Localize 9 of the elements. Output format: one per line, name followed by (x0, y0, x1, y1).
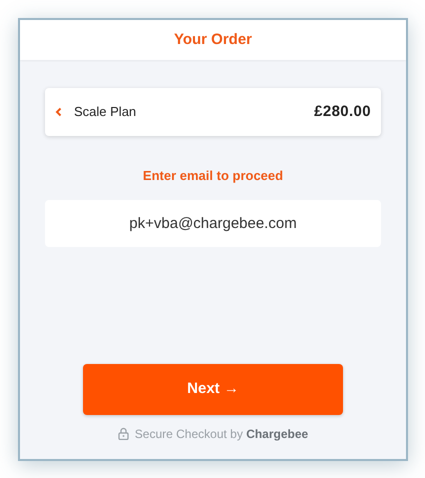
header-title: Your Order (174, 30, 252, 50)
plan-price: £280.00 (314, 102, 371, 122)
secure-checkout-note: Secure Checkout by Chargebee (134, 426, 308, 442)
plan-name: Scale Plan (74, 103, 136, 122)
back-chevron-icon[interactable] (55, 107, 62, 117)
email-field[interactable]: pk+vba@chargebee.com (45, 200, 381, 246)
lock-icon (118, 427, 129, 440)
plan-card[interactable]: Scale Plan £280.00 (45, 88, 381, 136)
email-prompt: Enter email to proceed (142, 167, 284, 185)
